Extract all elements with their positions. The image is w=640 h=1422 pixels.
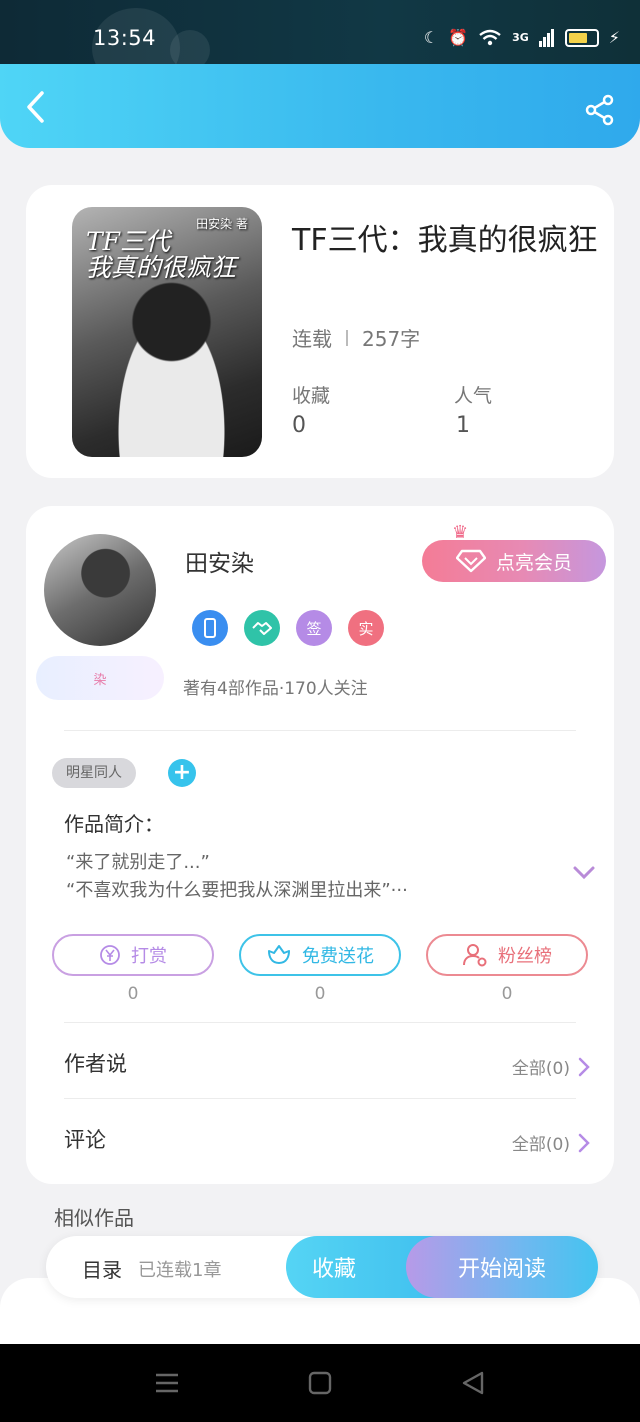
- diamond-icon: [455, 549, 486, 573]
- back-triangle-icon[interactable]: [458, 1368, 488, 1398]
- author-notes-count: 全部(0): [511, 1059, 570, 1079]
- chapters-count: 已连载1章: [138, 1260, 222, 1281]
- wifi-icon: [479, 29, 501, 45]
- book-status: 连载 257字: [292, 323, 420, 352]
- share-icon[interactable]: [584, 94, 616, 126]
- genre-tag[interactable]: 明星同人: [52, 758, 136, 788]
- toc-button[interactable]: 目录: [82, 1254, 122, 1283]
- vip-button[interactable]: 点亮会员: [422, 540, 606, 582]
- comments-count: 全部(0): [511, 1135, 570, 1155]
- verified-badge-icon: 实: [348, 610, 384, 646]
- comments-link[interactable]: 全部(0): [512, 1130, 590, 1155]
- divider: [64, 1022, 576, 1023]
- menu-icon[interactable]: [152, 1368, 182, 1398]
- system-nav-bar: [0, 1344, 640, 1422]
- send-flower-button[interactable]: 免费送花: [239, 934, 401, 976]
- divider: [64, 730, 576, 731]
- chevron-right-icon: [578, 1057, 590, 1076]
- word-count: 257字: [362, 327, 421, 351]
- author-name[interactable]: 田安染: [185, 544, 254, 578]
- moon-icon: ☾: [423, 28, 439, 47]
- chevron-right-icon: [578, 1133, 590, 1152]
- user-icon: [463, 944, 487, 967]
- reward-count: 0: [127, 984, 139, 1004]
- flower-icon: [268, 945, 290, 964]
- favorite-label: 收藏: [312, 1257, 357, 1282]
- status-time: 13:54: [93, 26, 157, 50]
- home-icon[interactable]: [305, 1368, 335, 1398]
- status-bar: 13:54 ☾ ⏰ 3G ⚡: [0, 0, 640, 88]
- fan-ranking-label: 粉丝榜: [498, 946, 552, 967]
- author-badges: 签 实: [192, 610, 384, 646]
- phone-badge-icon: [192, 610, 228, 646]
- favorites-label: 收藏: [292, 385, 331, 407]
- author-card: 染 田安染 ♛ 点亮会员 签 实 著有4部作品·170人关注 明星同人 + 作品…: [26, 506, 614, 1184]
- popularity-label: 人气: [454, 385, 493, 407]
- cover-title: TF三代 我真的很疯狂: [86, 227, 237, 283]
- yuan-icon: [100, 945, 120, 965]
- status-icons: ☾ ⏰ 3G ⚡: [424, 28, 620, 47]
- vip-label: 点亮会员: [495, 551, 572, 574]
- divider: [346, 329, 348, 346]
- cover-figure: [104, 282, 239, 457]
- charging-icon: ⚡: [608, 28, 620, 47]
- reward-button[interactable]: 打赏: [52, 934, 214, 976]
- add-tag-button[interactable]: +: [168, 759, 196, 787]
- intro-line: “来了就别走了...”: [66, 852, 210, 873]
- favorites-value: 0: [292, 413, 306, 438]
- popularity-value: 1: [456, 413, 470, 438]
- author-meta: 著有4部作品·170人关注: [183, 679, 368, 699]
- intro-label: 作品简介：: [64, 812, 164, 836]
- start-reading-label: 开始阅读: [457, 1257, 546, 1282]
- book-cover[interactable]: 田安染 著 TF三代 我真的很疯狂: [72, 207, 262, 457]
- signal-icon: [538, 28, 554, 47]
- intro-line: “不喜欢我为什么要把我从深渊里拉出来”···: [66, 880, 408, 901]
- network-label: 3G: [512, 31, 529, 44]
- handshake-badge-icon: [244, 610, 280, 646]
- fan-count: 0: [501, 984, 513, 1004]
- fan-ranking-button[interactable]: 粉丝榜: [426, 934, 588, 976]
- flower-count: 0: [314, 984, 326, 1004]
- chevron-left-icon[interactable]: [22, 90, 52, 124]
- cover-title-line2: 我真的很疯狂: [86, 253, 237, 283]
- serial-status: 连载: [292, 327, 332, 351]
- top-header: [0, 64, 640, 148]
- avatar[interactable]: [44, 534, 156, 646]
- cover-title-line1: TF三代: [86, 227, 171, 256]
- chevron-down-icon[interactable]: [572, 864, 596, 882]
- bottom-action-bar: 目录 已连载1章 收藏 开始阅读: [46, 1236, 598, 1298]
- battery-icon: [564, 28, 599, 47]
- divider: [64, 1098, 576, 1099]
- book-title: TF三代：我真的很疯狂: [292, 223, 598, 258]
- similar-works-heading: 相似作品: [54, 1206, 134, 1230]
- start-reading-button[interactable]: 开始阅读: [406, 1236, 598, 1298]
- book-info-card: 田安染 著 TF三代 我真的很疯狂 TF三代：我真的很疯狂 连载 257字 收藏…: [26, 185, 614, 478]
- frame-text: 染: [93, 672, 107, 688]
- avatar-name-frame: 染: [36, 656, 164, 700]
- reward-label: 打赏: [131, 946, 167, 967]
- send-flower-label: 免费送花: [302, 946, 374, 967]
- signed-badge-icon: 签: [296, 610, 332, 646]
- comments-title: 评论: [64, 1128, 106, 1152]
- author-notes-link[interactable]: 全部(0): [512, 1054, 590, 1079]
- author-notes-title: 作者说: [64, 1052, 127, 1076]
- alarm-icon: ⏰: [448, 28, 469, 47]
